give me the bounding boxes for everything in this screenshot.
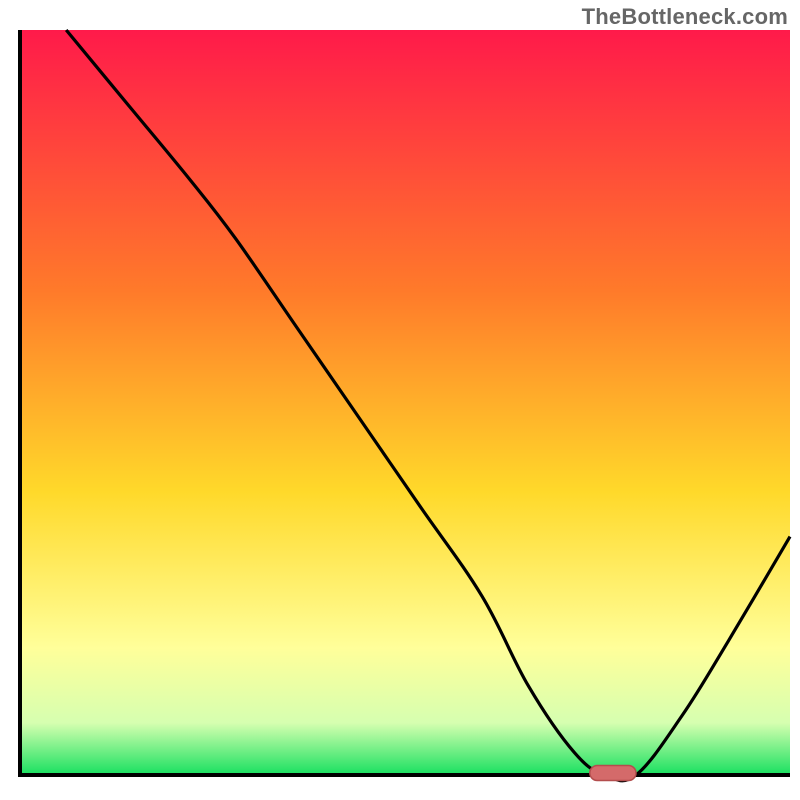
chart-container: TheBottleneck.com bbox=[0, 0, 800, 800]
bottleneck-chart bbox=[0, 0, 800, 800]
optimum-marker bbox=[590, 766, 636, 781]
plot-background bbox=[20, 30, 790, 775]
